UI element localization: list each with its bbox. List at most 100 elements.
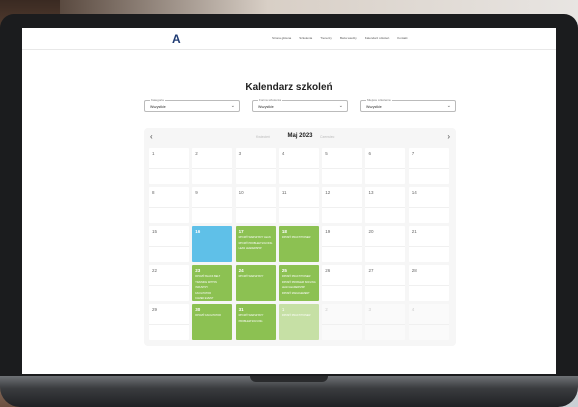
event-item[interactable]: RPCM® WARSZTATY [239, 275, 273, 279]
nav-link-home[interactable]: Strona główna [272, 36, 291, 40]
calendar-day-cell[interactable]: 29 [149, 304, 189, 340]
calendar-day-cell[interactable]: 28 [408, 265, 449, 301]
day-number: 17 [238, 229, 244, 234]
calendar-day-cell[interactable]: 12 [322, 187, 363, 223]
event-item[interactable]: LEAN LEADERSHIP [282, 286, 316, 290]
event-item[interactable]: PROBLEM SOLVING [239, 320, 273, 324]
calendar-day-cell[interactable]: 22 [149, 265, 189, 301]
calendar-day-cell[interactable]: 23 RPCM® BLACK BELT TRAINING WITHIN INDUSTR… [192, 265, 233, 301]
day-number: 1 [152, 151, 155, 156]
day-number: 8 [152, 190, 155, 195]
location-select-label: Miejsce szkolenia [366, 98, 392, 102]
month-navigation: ‹ Kwiecień Maj 2023 Czerwiec › [144, 132, 456, 144]
day-number: 12 [325, 190, 331, 195]
calendar-day-cell[interactable]: 7 [408, 148, 449, 184]
calendar-day-cell[interactable]: 31 RPCM® WARSZTATY PROBLEM SOLVING [235, 304, 276, 340]
day-number: 9 [195, 190, 198, 195]
event-item[interactable]: KAIZEN EVENT [195, 297, 229, 301]
day-number: 15 [152, 229, 158, 234]
nav-link-contact[interactable]: Kontakt [397, 36, 407, 40]
event-item[interactable]: RPCM® WARSZTATY [239, 314, 273, 318]
calendar-day-cell[interactable]: 17 RPCM® WARSZTATY LEAN RPCM® PROBLEM SOLV… [235, 226, 276, 262]
calendar-day-cell[interactable]: 8 [149, 187, 189, 223]
calendar-day-cell[interactable]: 4 [408, 304, 449, 340]
cell-divider [365, 246, 406, 247]
calendar-day-cell[interactable]: 30 RPCM® FACILITATOR [192, 304, 233, 340]
filters-row: Kategoria Wszystkie ⌄ Forma szkolenia Ws… [144, 98, 456, 114]
day-number: 3 [238, 151, 242, 156]
form-select[interactable]: Forma szkolenia Wszystkie ⌄ [252, 98, 348, 112]
calendar-day-cell[interactable]: 19 [322, 226, 363, 262]
event-item[interactable]: RPCM® PRACTITIONER [282, 236, 316, 240]
calendar-day-cell[interactable]: 16 [192, 226, 233, 262]
calendar-day-cell[interactable]: 18 RPCM® PRACTITIONER [278, 226, 319, 262]
day-number: 21 [411, 229, 417, 234]
calendar-day-cell[interactable]: 11 [278, 187, 319, 223]
calendar-day-cell[interactable]: 20 [365, 226, 406, 262]
event-item[interactable]: RPCM® PRACTITIONER [282, 275, 316, 279]
location-select-value: Wszystkie [366, 105, 382, 109]
category-select-label: Kategoria [150, 98, 165, 102]
next-month-label[interactable]: Czerwiec [320, 135, 334, 139]
day-number: 31 [238, 307, 244, 312]
event-item[interactable]: RPCM® BLACK BELT [195, 275, 229, 279]
cell-divider [322, 207, 363, 208]
nav-link-knowledge-base[interactable]: Baza wiedzy [340, 36, 357, 40]
calendar-day-cell[interactable]: 6 [365, 148, 406, 184]
event-item[interactable]: TRAINING WITHIN [195, 281, 229, 285]
chevron-down-icon: ⌄ [446, 103, 451, 109]
calendar-day-cell[interactable]: 10 [235, 187, 276, 223]
day-number: 6 [368, 151, 371, 156]
nav-link-calendar[interactable]: Kalendarz szkoleń [365, 36, 390, 40]
event-item[interactable]: FACILITATOR [195, 292, 229, 296]
nav-link-trainers[interactable]: Trenerzy [320, 36, 332, 40]
calendar-day-cell[interactable]: 13 [365, 187, 406, 223]
event-item[interactable]: RPCM® WARSZTATY LEAN [239, 236, 273, 240]
event-item[interactable]: RPCM® PRACTITIONER [282, 314, 316, 318]
cell-divider [322, 324, 363, 325]
calendar-day-cell[interactable]: 1 [149, 148, 189, 184]
cell-divider [149, 168, 189, 169]
day-number: 29 [152, 307, 158, 312]
event-item[interactable]: RPCM® MANAGEMENT [282, 292, 316, 296]
location-select[interactable]: Miejsce szkolenia Wszystkie ⌄ [360, 98, 456, 112]
day-number: 28 [411, 268, 417, 273]
day-number: 4 [411, 307, 415, 312]
event-item[interactable]: RPCM® PROBLEM SOLVING [239, 242, 273, 246]
calendar-day-cell[interactable]: 1 RPCM® PRACTITIONER [278, 304, 319, 340]
day-number: 18 [281, 229, 287, 234]
day-number: 24 [238, 268, 244, 273]
event-item[interactable]: RPCM® PROBLEM SOLVING [282, 281, 316, 285]
calendar-day-cell[interactable]: 26 [322, 265, 363, 301]
calendar-day-cell[interactable]: 2 [192, 148, 233, 184]
cell-divider [192, 207, 233, 208]
cell-divider [408, 168, 449, 169]
calendar-day-cell[interactable]: 15 [149, 226, 189, 262]
cell-divider [192, 168, 233, 169]
cell-divider [235, 168, 276, 169]
event-item[interactable]: LEAN LEADERSHIP [239, 247, 273, 251]
calendar-day-cell[interactable]: 21 [408, 226, 449, 262]
category-select[interactable]: Kategoria Wszystkie ⌄ [144, 98, 240, 112]
day-number: 1 [281, 307, 285, 312]
event-item[interactable]: INDUSTRY [195, 286, 229, 290]
calendar-day-cell[interactable]: 9 [192, 187, 233, 223]
calendar-day-cell[interactable]: 4 [278, 148, 319, 184]
current-month: Maj 2023 [287, 133, 313, 139]
calendar-day-cell[interactable]: 3 [235, 148, 276, 184]
site-logo[interactable]: A [172, 32, 181, 46]
day-number: 22 [152, 268, 158, 273]
calendar-day-cell[interactable]: 27 [365, 265, 406, 301]
day-number: 25 [281, 268, 287, 273]
calendar-day-cell[interactable]: 24 RPCM® WARSZTATY [235, 265, 276, 301]
calendar-day-cell[interactable]: 25 RPCM® PRACTITIONER RPCM® PROBLEM SOLVIN… [278, 265, 319, 301]
event-item[interactable]: RPCM® FACILITATOR [195, 314, 229, 318]
calendar-day-cell[interactable]: 3 [365, 304, 406, 340]
calendar-day-cell[interactable]: 2 [322, 304, 363, 340]
calendar-day-cell[interactable]: 14 [408, 187, 449, 223]
day-number: 26 [325, 268, 331, 273]
nav-link-trainings[interactable]: Szkolenia [299, 36, 312, 40]
cell-divider [322, 246, 363, 247]
calendar-day-cell[interactable]: 5 [322, 148, 363, 184]
next-month-arrow-icon[interactable]: › [447, 132, 450, 141]
